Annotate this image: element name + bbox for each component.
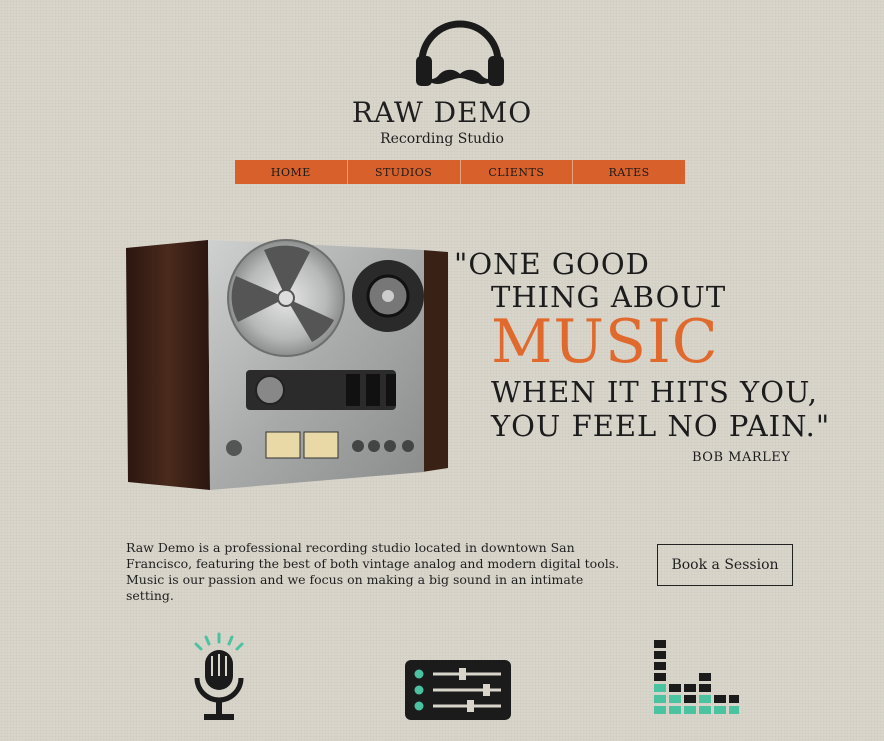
quote-line-4: WHEN IT HITS YOU, [491,375,818,409]
quote-line-1: "ONE GOOD [454,247,650,281]
reel-to-reel-tape-recorder [126,239,448,490]
headphones-mustache-icon [416,20,504,86]
quote-line-5: YOU FEEL NO PAIN." [491,409,831,443]
mixer-sliders-icon [405,660,511,720]
nav-item-clients[interactable]: CLIENTS [461,160,574,184]
nav-item-studios[interactable]: STUDIOS [348,160,461,184]
microphone-icon [194,632,244,720]
quote-author: BOB MARLEY [692,450,791,465]
nav-item-rates[interactable]: RATES [573,160,685,184]
book-session-button[interactable]: Book a Session [657,544,793,586]
nav-item-home[interactable]: HOME [235,160,348,184]
brand-name: RAW DEMO [351,96,533,129]
brand-tagline: Recording Studio [380,131,504,147]
quote-highlight: MUSIC [491,307,719,377]
main-nav: HOME STUDIOS CLIENTS RATES [235,160,685,184]
equalizer-bars-icon [654,640,739,714]
studio-description: Raw Demo is a professional recording stu… [126,540,620,603]
